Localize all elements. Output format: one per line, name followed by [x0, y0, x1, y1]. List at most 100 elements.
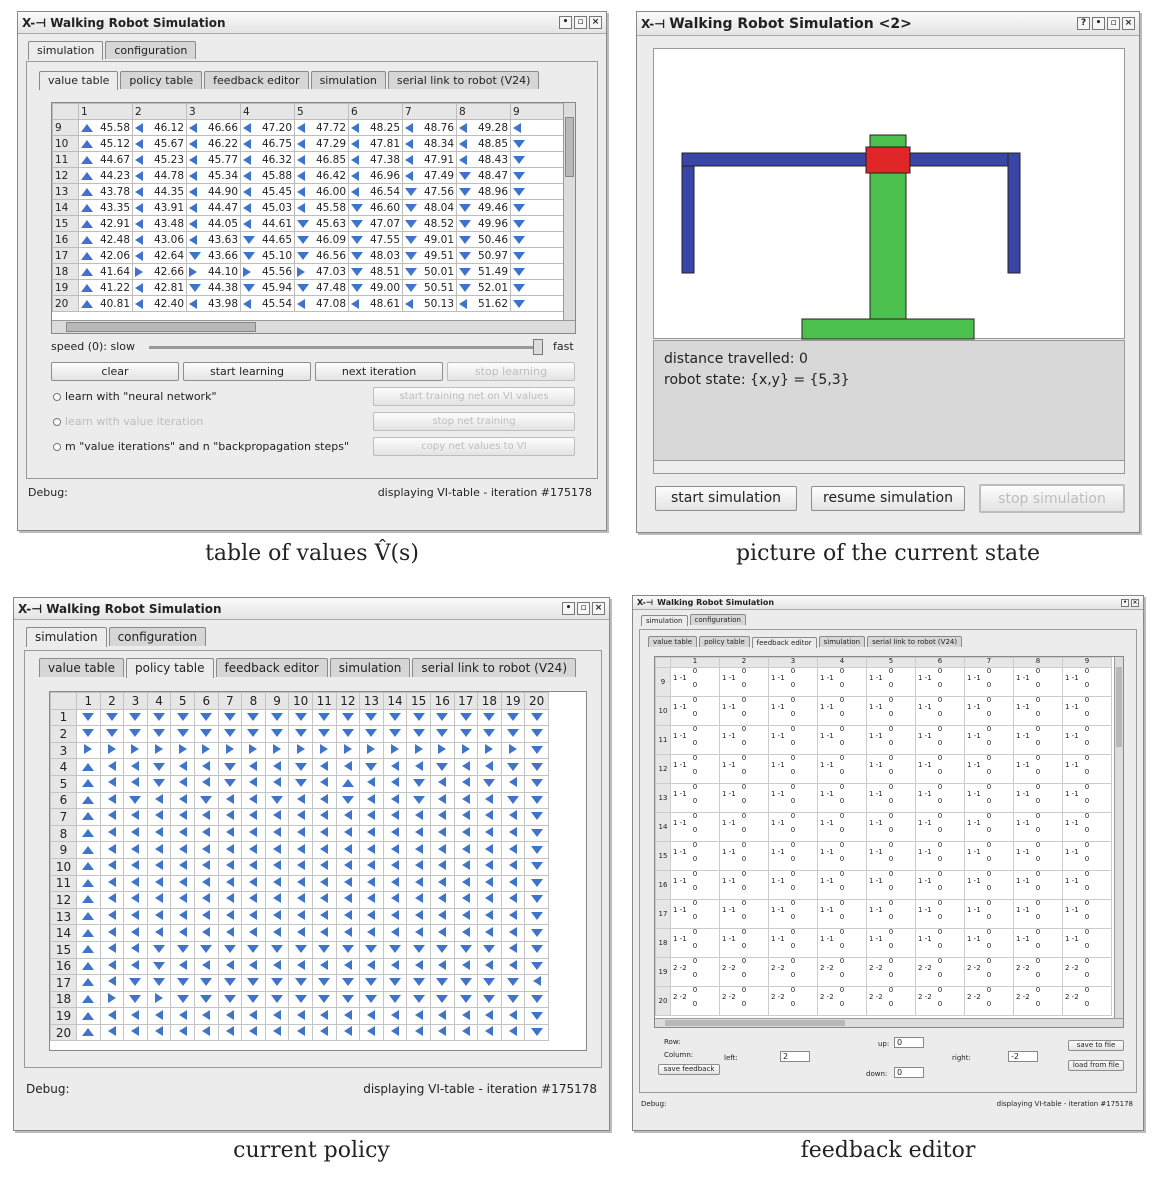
policy-cell[interactable] [524, 791, 549, 810]
policy-cell[interactable] [524, 841, 549, 859]
feedback-cell[interactable]: 01 -1 0 [915, 870, 965, 900]
feedback-cell[interactable]: 01 -1 0 [817, 899, 867, 929]
policy-cell[interactable] [429, 774, 455, 793]
policy-cell[interactable] [477, 1007, 502, 1025]
policy-cell[interactable] [524, 1023, 549, 1042]
policy-cell[interactable] [217, 874, 243, 893]
feedback-cell[interactable]: 01 -1 0 [915, 899, 965, 929]
policy-cell[interactable] [453, 1023, 479, 1042]
tab-value-table[interactable]: value table [39, 658, 124, 677]
tab-feedback-editor[interactable]: feedback editor [204, 71, 309, 89]
policy-cell[interactable] [193, 791, 219, 810]
policy-cell[interactable] [359, 708, 384, 727]
feedback-cell[interactable]: 01 -1 0 [964, 783, 1014, 813]
policy-cell[interactable] [217, 974, 243, 992]
policy-cell[interactable] [217, 1023, 243, 1042]
policy-cell[interactable] [524, 725, 549, 743]
tab-serial-link[interactable]: serial link to robot (V24) [412, 658, 576, 677]
policy-cell[interactable] [241, 758, 266, 776]
tab-simulation-sub[interactable]: simulation [818, 636, 866, 647]
feedback-cell[interactable]: 01 -1 0 [719, 870, 769, 900]
policy-cell[interactable] [241, 924, 266, 942]
policy-cell[interactable] [99, 758, 125, 776]
policy-cell[interactable] [477, 725, 502, 743]
feedback-cell[interactable]: 01 -1 0 [768, 899, 818, 929]
policy-cell[interactable] [382, 891, 408, 909]
policy-cell[interactable] [146, 874, 172, 893]
policy-cell[interactable] [76, 924, 101, 942]
policy-cell[interactable] [382, 924, 408, 942]
policy-cell[interactable] [99, 857, 125, 876]
feedback-cell[interactable]: 01 -1 0 [964, 696, 1014, 726]
policy-cell[interactable] [453, 974, 479, 992]
value-cell[interactable]: 47.49 [402, 167, 457, 184]
policy-cell[interactable] [500, 725, 526, 743]
feedback-cell[interactable]: 02 -2 0 [670, 986, 720, 1016]
policy-cell[interactable] [335, 841, 361, 859]
policy-cell[interactable] [241, 824, 266, 843]
value-cell[interactable]: 47.48 [294, 279, 349, 296]
policy-cell[interactable] [241, 841, 266, 859]
policy-cell[interactable] [288, 940, 313, 959]
value-cell[interactable]: 43.91 [132, 199, 187, 216]
policy-cell[interactable] [99, 824, 125, 843]
policy-cell[interactable] [76, 808, 101, 826]
policy-cell[interactable] [335, 990, 361, 1009]
policy-cell[interactable] [146, 924, 172, 942]
policy-cell[interactable] [264, 924, 290, 942]
policy-cell[interactable] [76, 725, 101, 743]
feedback-cell[interactable]: 01 -1 0 [719, 899, 769, 929]
policy-cell[interactable] [264, 824, 290, 843]
policy-cell[interactable] [264, 974, 290, 992]
policy-cell[interactable] [193, 924, 219, 942]
policy-cell[interactable] [146, 1007, 172, 1025]
stop-simulation-button[interactable]: stop simulation [979, 484, 1125, 513]
value-cell[interactable]: 47.29 [294, 135, 349, 152]
feedback-cell[interactable]: 01 -1 0 [670, 754, 720, 784]
value-cell[interactable]: 46.60 [348, 199, 403, 216]
policy-cell[interactable] [146, 824, 172, 843]
value-cell[interactable]: 52.01 [456, 279, 511, 296]
feedback-cell[interactable]: 01 -1 0 [915, 812, 965, 842]
policy-cell[interactable] [429, 907, 455, 926]
close-icon[interactable]: × [589, 16, 602, 29]
policy-cell[interactable] [99, 791, 125, 810]
policy-cell[interactable] [500, 940, 526, 959]
policy-cell[interactable] [500, 708, 526, 727]
policy-cell[interactable] [359, 841, 384, 859]
resume-simulation-button[interactable]: resume simulation [811, 486, 965, 511]
policy-cell[interactable] [217, 774, 243, 793]
policy-cell[interactable] [193, 907, 219, 926]
policy-cell[interactable] [288, 907, 313, 926]
value-cell[interactable]: 44.90 [186, 183, 241, 200]
policy-cell[interactable] [288, 725, 313, 743]
policy-cell[interactable] [241, 708, 266, 727]
policy-cell[interactable] [477, 758, 502, 776]
policy-cell[interactable] [288, 808, 313, 826]
value-cell[interactable] [510, 167, 565, 184]
feedback-cell[interactable]: 01 -1 0 [670, 696, 720, 726]
policy-cell[interactable] [76, 841, 101, 859]
value-cell[interactable]: 48.61 [348, 295, 403, 312]
value-cell[interactable]: 45.88 [240, 167, 295, 184]
policy-cell[interactable] [99, 990, 125, 1009]
policy-cell[interactable] [264, 857, 290, 876]
feedback-cell[interactable]: 02 -2 0 [817, 986, 867, 1016]
policy-cell[interactable] [524, 874, 549, 893]
policy-cell[interactable] [264, 1023, 290, 1042]
policy-cell[interactable] [193, 990, 219, 1009]
policy-cell[interactable] [453, 924, 479, 942]
policy-cell[interactable] [170, 791, 195, 810]
feedback-cell[interactable]: 01 -1 0 [817, 870, 867, 900]
policy-cell[interactable] [406, 957, 431, 976]
policy-cell[interactable] [359, 907, 384, 926]
policy-cell[interactable] [524, 741, 549, 760]
policy-cell[interactable] [76, 824, 101, 843]
feedback-cell[interactable]: 02 -2 0 [964, 986, 1014, 1016]
policy-cell[interactable] [453, 725, 479, 743]
feedback-cell[interactable]: 01 -1 0 [1062, 696, 1112, 726]
policy-cell[interactable] [193, 808, 219, 826]
value-cell[interactable]: 46.32 [240, 151, 295, 168]
value-cell[interactable]: 49.00 [348, 279, 403, 296]
value-cell[interactable] [510, 199, 565, 216]
